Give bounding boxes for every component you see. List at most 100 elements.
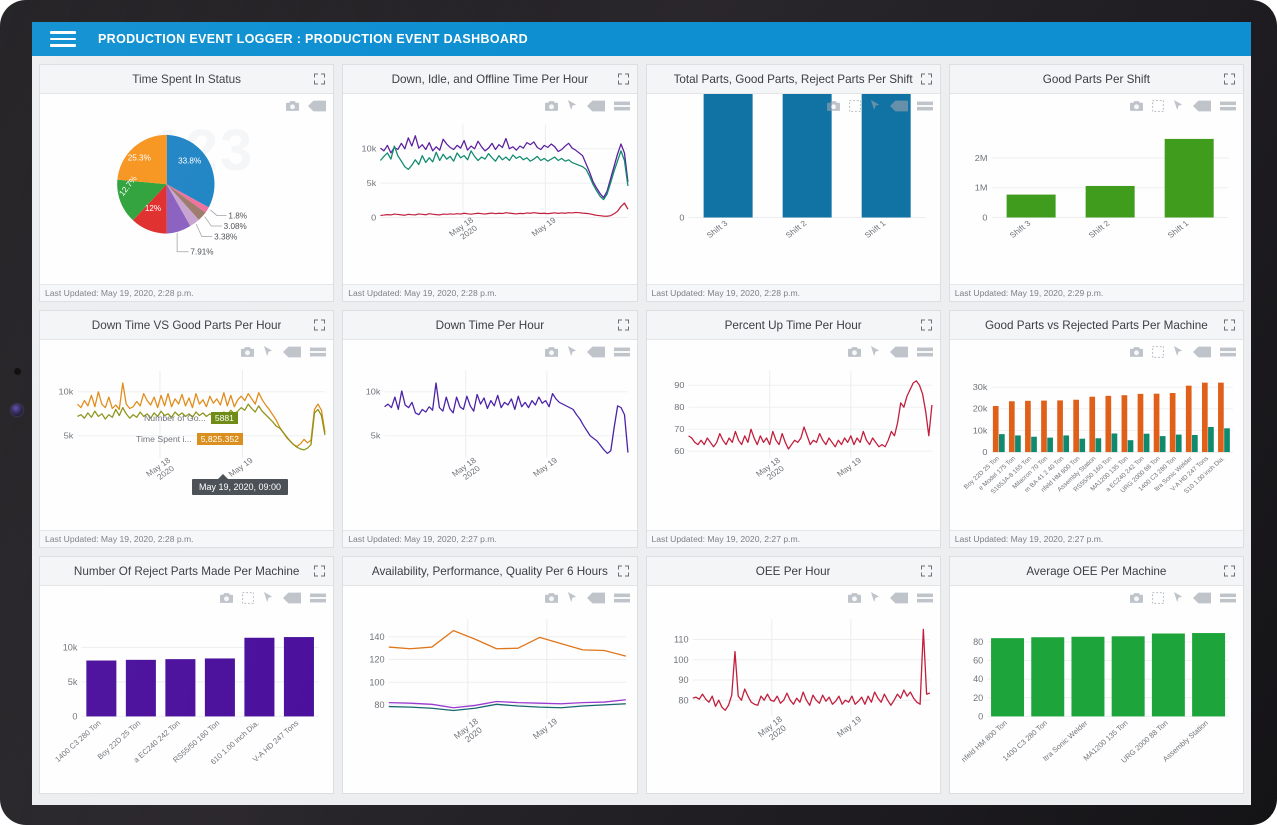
camera-icon[interactable] — [544, 100, 558, 112]
svg-text:Shift 2: Shift 2 — [783, 219, 808, 240]
menu-list-icon[interactable] — [613, 592, 630, 604]
camera-icon[interactable] — [544, 592, 558, 604]
page-title: PRODUCTION EVENT LOGGER : PRODUCTION EVE… — [98, 32, 529, 46]
svg-text:30k: 30k — [972, 382, 987, 392]
svg-text:100: 100 — [370, 677, 385, 687]
panel-body: 0 5k 10k May 18 2020 May 19 — [343, 94, 637, 284]
tag-icon[interactable] — [586, 346, 605, 358]
pie-label-5: 12% — [145, 204, 161, 213]
zoom-select-icon[interactable] — [848, 100, 861, 112]
pointer-icon[interactable] — [1173, 592, 1184, 604]
pointer-icon[interactable] — [1173, 346, 1184, 358]
camera-icon[interactable] — [1130, 100, 1143, 112]
menu-list-icon[interactable] — [916, 100, 933, 112]
expand-icon[interactable] — [314, 565, 326, 577]
pointer-icon[interactable] — [870, 592, 881, 604]
pointer-icon[interactable] — [567, 346, 578, 358]
expand-icon[interactable] — [617, 565, 629, 577]
svg-text:5k: 5k — [68, 677, 78, 687]
tag-icon[interactable] — [889, 346, 908, 358]
menu-list-icon[interactable] — [916, 346, 933, 358]
pointer-icon[interactable] — [263, 592, 274, 604]
hamburger-icon[interactable] — [50, 28, 76, 50]
panel-down-time-vs-good-parts: Down Time VS Good Parts Per Hour 5k 10k Ma… — [39, 310, 335, 548]
camera-icon[interactable] — [544, 346, 558, 358]
svg-text:May 19: May 19 — [532, 456, 560, 479]
zoom-select-icon[interactable] — [1152, 100, 1164, 112]
expand-icon[interactable] — [617, 73, 629, 85]
menu-list-icon[interactable] — [613, 346, 630, 358]
svg-text:10k: 10k — [63, 643, 78, 653]
svg-text:May 19: May 19 — [531, 716, 559, 741]
menu-list-icon[interactable] — [310, 346, 327, 358]
tag-icon[interactable] — [1193, 592, 1211, 604]
pointer-icon[interactable] — [870, 100, 881, 112]
panel-down-idle-offline: Down, Idle, and Offline Time Per Hour 0 5… — [342, 64, 638, 302]
expand-icon[interactable] — [314, 319, 326, 331]
svg-text:0: 0 — [982, 213, 987, 223]
menu-list-icon[interactable] — [1220, 100, 1236, 112]
chart-toolbar — [1130, 592, 1236, 604]
bar-chart-plot: 0 20 40 60 80 nfeld HM 800 Ton 1400 C3 280 Ton… — [950, 586, 1243, 793]
tag-icon[interactable] — [586, 100, 605, 112]
tag-icon[interactable] — [308, 100, 327, 112]
pointer-icon[interactable] — [263, 346, 274, 358]
camera-icon[interactable] — [847, 346, 861, 358]
svg-text:10k: 10k — [972, 426, 987, 436]
svg-text:Shift 2: Shift 2 — [1087, 219, 1112, 240]
tooltip-timestamp: May 19, 2020, 09:00 — [192, 474, 289, 495]
menu-list-icon[interactable] — [310, 592, 327, 604]
panel-body: 0 5k 10k 1400 C3 280 Ton Boy 22D 25 Ton a EC2… — [40, 586, 334, 793]
camera-icon[interactable] — [1130, 346, 1143, 358]
menu-list-icon[interactable] — [613, 100, 630, 112]
expand-icon[interactable] — [920, 319, 932, 331]
menu-list-icon[interactable] — [1220, 592, 1236, 604]
expand-icon[interactable] — [314, 73, 326, 85]
dashboard-grid: Time Spent In Status 123 33.8% 1.8% 3.08… — [32, 56, 1251, 805]
tooltip-series-2: Time Spent i... 5,825.352 — [136, 433, 243, 445]
bezel-camera-icon — [11, 404, 23, 416]
expand-icon[interactable] — [1224, 565, 1235, 577]
tag-icon[interactable] — [889, 100, 908, 112]
pointer-icon[interactable] — [567, 592, 578, 604]
svg-text:120: 120 — [370, 655, 385, 665]
tag-icon[interactable] — [283, 592, 302, 604]
tag-icon[interactable] — [889, 592, 908, 604]
panel-title: Percent Up Time Per Hour — [724, 318, 862, 332]
camera-icon[interactable] — [241, 346, 255, 358]
svg-text:5k: 5k — [367, 178, 377, 188]
bar-chart-plot: 0 5k 10k 1400 C3 280 Ton Boy 22D 25 Ton a EC2… — [40, 586, 333, 793]
zoom-select-icon[interactable] — [1152, 592, 1164, 604]
pointer-icon[interactable] — [567, 100, 578, 112]
tag-icon[interactable] — [283, 346, 302, 358]
expand-icon[interactable] — [920, 73, 932, 85]
camera-icon[interactable] — [286, 100, 300, 112]
camera-icon[interactable] — [220, 592, 234, 604]
camera-icon[interactable] — [847, 592, 861, 604]
zoom-select-icon[interactable] — [1152, 346, 1164, 358]
menu-list-icon[interactable] — [1220, 346, 1236, 358]
menu-list-icon[interactable] — [916, 592, 933, 604]
panel-body: 80 100 120 140 May 18 2020 May 19 — [343, 586, 637, 793]
svg-text:80: 80 — [674, 402, 684, 412]
tag-icon[interactable] — [586, 592, 605, 604]
tag-icon[interactable] — [1193, 100, 1211, 112]
camera-icon[interactable] — [1130, 592, 1143, 604]
pointer-icon[interactable] — [870, 346, 881, 358]
zoom-select-icon[interactable] — [242, 592, 255, 604]
svg-text:Shift 3: Shift 3 — [704, 219, 729, 240]
expand-icon[interactable] — [1224, 319, 1235, 331]
panel-title: OEE Per Hour — [755, 564, 831, 578]
expand-icon[interactable] — [617, 319, 629, 331]
camera-icon[interactable] — [826, 100, 840, 112]
tag-icon[interactable] — [1193, 346, 1211, 358]
svg-text:5k: 5k — [64, 431, 74, 441]
panel-down-time-per-hour: Down Time Per Hour 5k 10k May 18 2020 May 19… — [342, 310, 638, 548]
panel-header: Average OEE Per Machine — [949, 557, 1243, 586]
svg-text:2M: 2M — [974, 153, 987, 163]
pie-chart-plot: 33.8% 1.8% 3.08% 3.38% 7.91% 12% 12.7% 2… — [40, 94, 333, 284]
expand-icon[interactable] — [920, 565, 932, 577]
expand-icon[interactable] — [1224, 73, 1235, 85]
line-chart-plot: 80 90 100 110 May 18 2020 May 19 — [647, 586, 940, 793]
pointer-icon[interactable] — [1173, 100, 1184, 112]
